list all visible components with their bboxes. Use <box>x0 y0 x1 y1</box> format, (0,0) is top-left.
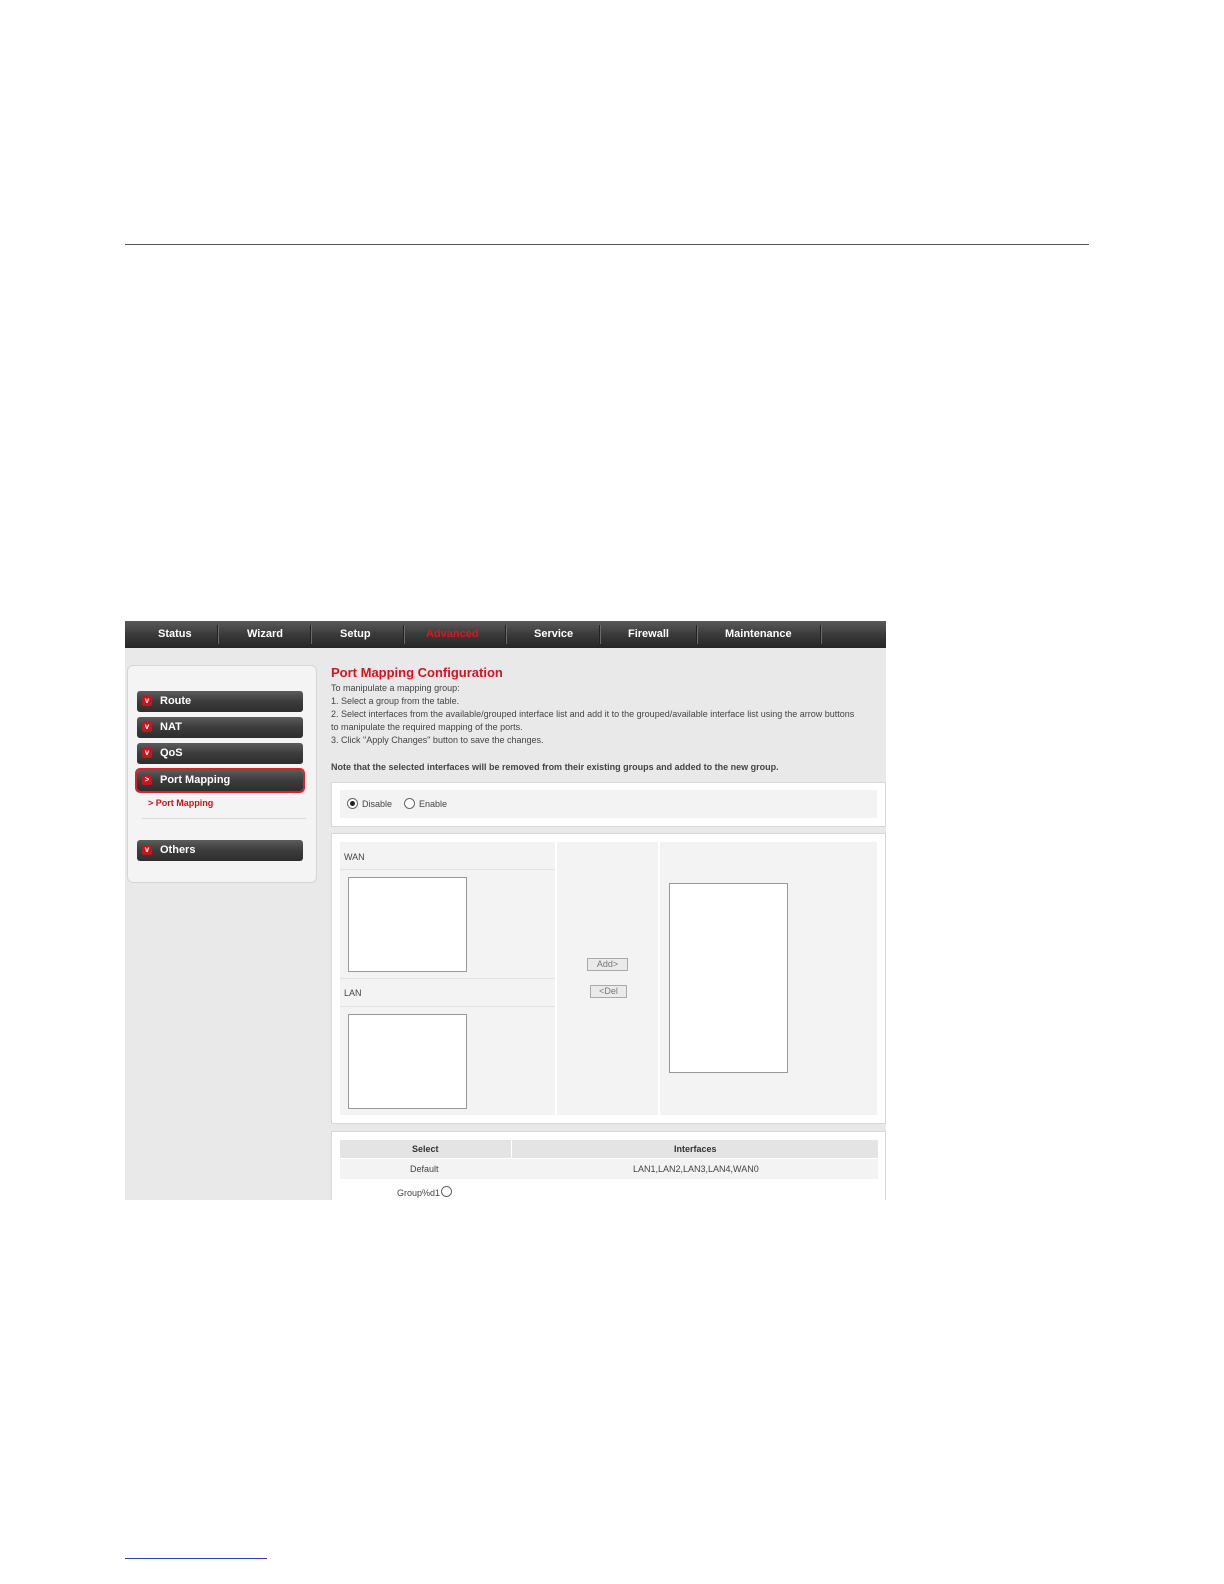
enable-radio[interactable] <box>404 798 415 809</box>
available-interfaces-column: WAN LAN <box>340 842 555 1115</box>
column-header-select: Select <box>412 1144 439 1154</box>
table-header: Select Interfaces <box>340 1140 878 1158</box>
page-title: Port Mapping Configuration <box>331 665 503 680</box>
nav-separator <box>696 625 697 644</box>
instruction-line: 3. Click "Apply Changes" button to save … <box>331 735 544 745</box>
sidebar-item-label: Others <box>160 844 196 856</box>
group-table-panel: Select Interfaces Default LAN1,LAN2,LAN3… <box>331 1131 886 1200</box>
chevron-right-icon: > <box>148 798 156 808</box>
footnote-link-underline <box>125 1558 267 1559</box>
instruction-line: to manipulate the required mapping of th… <box>331 722 523 732</box>
warning-note: Note that the selected interfaces will b… <box>331 762 779 772</box>
mode-panel: Disable Enable <box>331 782 886 827</box>
nav-wizard[interactable]: Wizard <box>247 628 283 640</box>
instruction-line: To manipulate a mapping group: <box>331 683 460 693</box>
sidebar-item-label: NAT <box>160 721 182 733</box>
chevron-down-icon: v <box>142 845 152 855</box>
sidebar-item-label: Route <box>160 695 192 707</box>
nav-separator <box>217 625 218 644</box>
divider <box>340 1006 555 1007</box>
nav-setup[interactable]: Setup <box>340 628 371 640</box>
sidebar-item-label: QoS <box>160 747 183 759</box>
sidebar-subitem-port-mapping[interactable]: > Port Mapping <box>148 798 213 808</box>
sidebar: v Route v NAT v QoS > Port Mapping > Por… <box>127 665 317 883</box>
page-divider <box>125 244 1089 245</box>
chevron-right-icon: > <box>142 775 152 785</box>
sidebar-item-port-mapping[interactable]: > Port Mapping <box>135 768 305 793</box>
sidebar-item-nat[interactable]: v NAT <box>137 717 303 738</box>
nav-separator <box>310 625 311 644</box>
wan-interface-listbox[interactable] <box>348 877 467 972</box>
disable-label: Disable <box>362 799 393 809</box>
sidebar-item-label: Port Mapping <box>160 774 231 786</box>
sidebar-item-route[interactable]: v Route <box>137 691 303 712</box>
nav-firewall[interactable]: Firewall <box>628 628 669 640</box>
wan-label: WAN <box>344 852 365 862</box>
group-name: Group%d1 <box>397 1188 441 1198</box>
instruction-line: 1. Select a group from the table. <box>331 696 460 706</box>
nav-maintenance[interactable]: Maintenance <box>725 628 792 640</box>
lan-label: LAN <box>344 988 362 998</box>
lan-interface-listbox[interactable] <box>348 1014 467 1109</box>
add-button[interactable]: Add> <box>587 958 628 971</box>
grouped-interface-listbox[interactable] <box>669 883 788 1073</box>
nav-separator <box>505 625 506 644</box>
table-row: Group%d1 <box>340 1180 878 1200</box>
chevron-down-icon: v <box>142 696 152 706</box>
group-interfaces: LAN1,LAN2,LAN3,LAN4,WAN0 <box>633 1164 759 1174</box>
sidebar-item-qos[interactable]: v QoS <box>137 743 303 764</box>
column-header-interfaces: Interfaces <box>674 1144 717 1154</box>
divider <box>340 869 555 870</box>
sidebar-item-others[interactable]: v Others <box>137 840 303 861</box>
nav-service[interactable]: Service <box>534 628 573 640</box>
sidebar-divider <box>142 818 306 819</box>
disable-radio[interactable] <box>347 798 358 809</box>
group-select-radio[interactable] <box>441 1186 452 1197</box>
group-name: Default <box>410 1164 439 1174</box>
table-row: Default LAN1,LAN2,LAN3,LAN4,WAN0 <box>340 1159 878 1179</box>
divider <box>340 978 555 979</box>
sidebar-subitem-label: Port Mapping <box>155 798 214 808</box>
nav-separator <box>820 625 821 644</box>
grouped-interfaces-column <box>660 842 877 1115</box>
nav-advanced[interactable]: Advanced <box>426 628 479 640</box>
top-navigation: Status Wizard Setup Advanced Service Fir… <box>125 621 886 648</box>
chevron-down-icon: v <box>142 722 152 732</box>
enable-label: Enable <box>419 799 448 809</box>
interface-list-panel: WAN LAN Add> <Del <box>331 833 886 1124</box>
column-divider <box>511 1140 512 1158</box>
nav-separator <box>599 625 600 644</box>
mode-row: Disable Enable <box>340 790 877 818</box>
chevron-down-icon: v <box>142 748 152 758</box>
nav-status[interactable]: Status <box>158 628 192 640</box>
del-button[interactable]: <Del <box>590 985 627 998</box>
instruction-line: 2. Select interfaces from the available/… <box>331 709 855 719</box>
nav-separator <box>403 625 404 644</box>
move-buttons-column: Add> <Del <box>557 842 658 1115</box>
router-admin-screenshot: Status Wizard Setup Advanced Service Fir… <box>125 621 886 1200</box>
